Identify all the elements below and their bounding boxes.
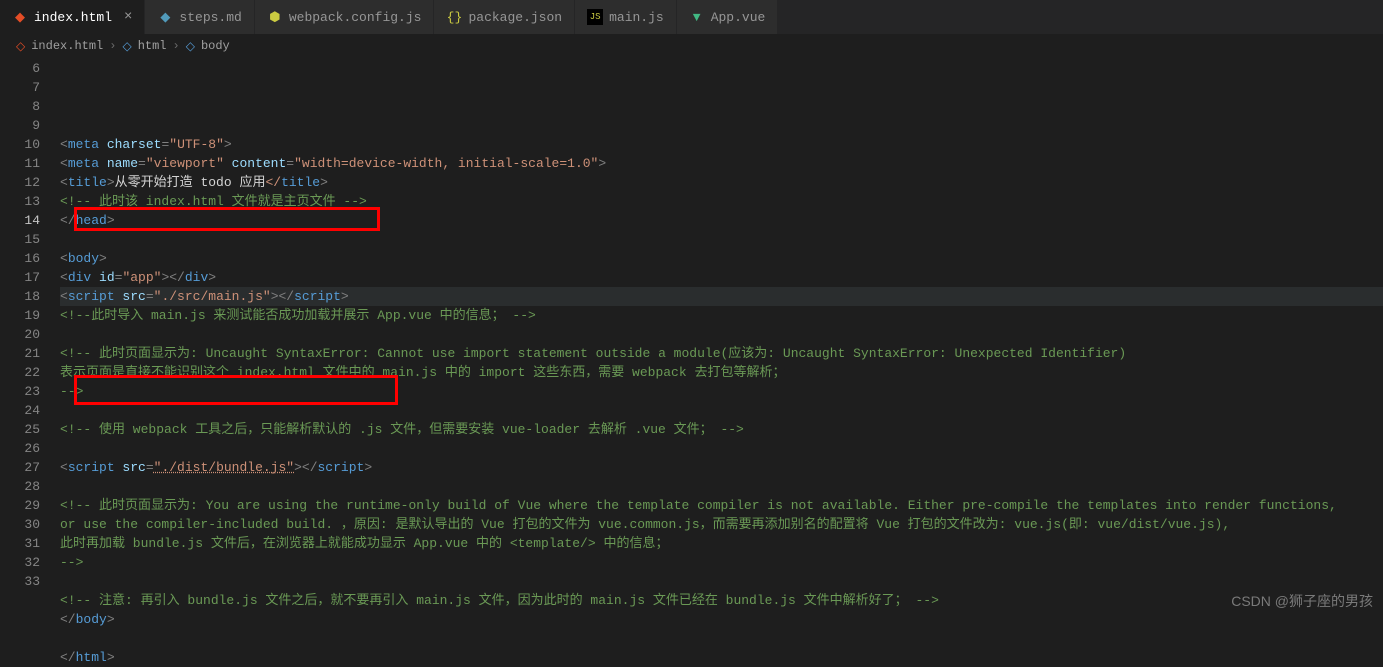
tab-package-json[interactable]: {} package.json — [434, 0, 575, 34]
tab-label: steps.md — [179, 10, 241, 25]
chevron-right-icon: › — [109, 39, 116, 53]
code-editor[interactable]: 6789101112131415161718192021222324252627… — [0, 57, 1383, 615]
breadcrumb-item[interactable]: body — [201, 39, 230, 53]
tab-label: webpack.config.js — [289, 10, 422, 25]
chevron-right-icon: › — [173, 39, 180, 53]
vue-icon: ▼ — [689, 9, 705, 25]
html5-icon: ◆ — [12, 9, 28, 25]
code-area[interactable]: <meta charset="UTF-8"> <meta name="viewp… — [60, 57, 1383, 615]
js-icon: ⬢ — [267, 9, 283, 25]
tag-icon: ◇ — [122, 39, 131, 54]
js-icon: JS — [587, 9, 603, 25]
json-icon: {} — [446, 9, 462, 25]
tab-app-vue[interactable]: ▼ App.vue — [677, 0, 779, 34]
tab-label: main.js — [609, 10, 664, 25]
tab-steps-md[interactable]: ◆ steps.md — [145, 0, 254, 34]
tag-icon: ◇ — [186, 39, 195, 54]
tab-label: index.html — [34, 10, 112, 25]
tab-label: package.json — [468, 10, 562, 25]
tab-webpack-config[interactable]: ⬢ webpack.config.js — [255, 0, 435, 34]
tab-overflow[interactable] — [778, 0, 806, 34]
watermark: CSDN @狮子座的男孩 — [1231, 591, 1373, 611]
tab-index-html[interactable]: ◆ index.html × — [0, 0, 145, 34]
tab-main-js[interactable]: JS main.js — [575, 0, 677, 34]
breadcrumb-item[interactable]: html — [138, 39, 167, 53]
html5-icon: ◇ — [16, 39, 25, 54]
breadcrumb-item[interactable]: index.html — [31, 39, 103, 53]
close-icon[interactable]: × — [124, 9, 132, 25]
breadcrumb: ◇ index.html › ◇ html › ◇ body — [0, 35, 1383, 57]
markdown-icon: ◆ — [157, 9, 173, 25]
line-gutter: 6789101112131415161718192021222324252627… — [0, 57, 60, 615]
tab-label: App.vue — [711, 10, 766, 25]
tab-bar: ◆ index.html × ◆ steps.md ⬢ webpack.conf… — [0, 0, 1383, 35]
